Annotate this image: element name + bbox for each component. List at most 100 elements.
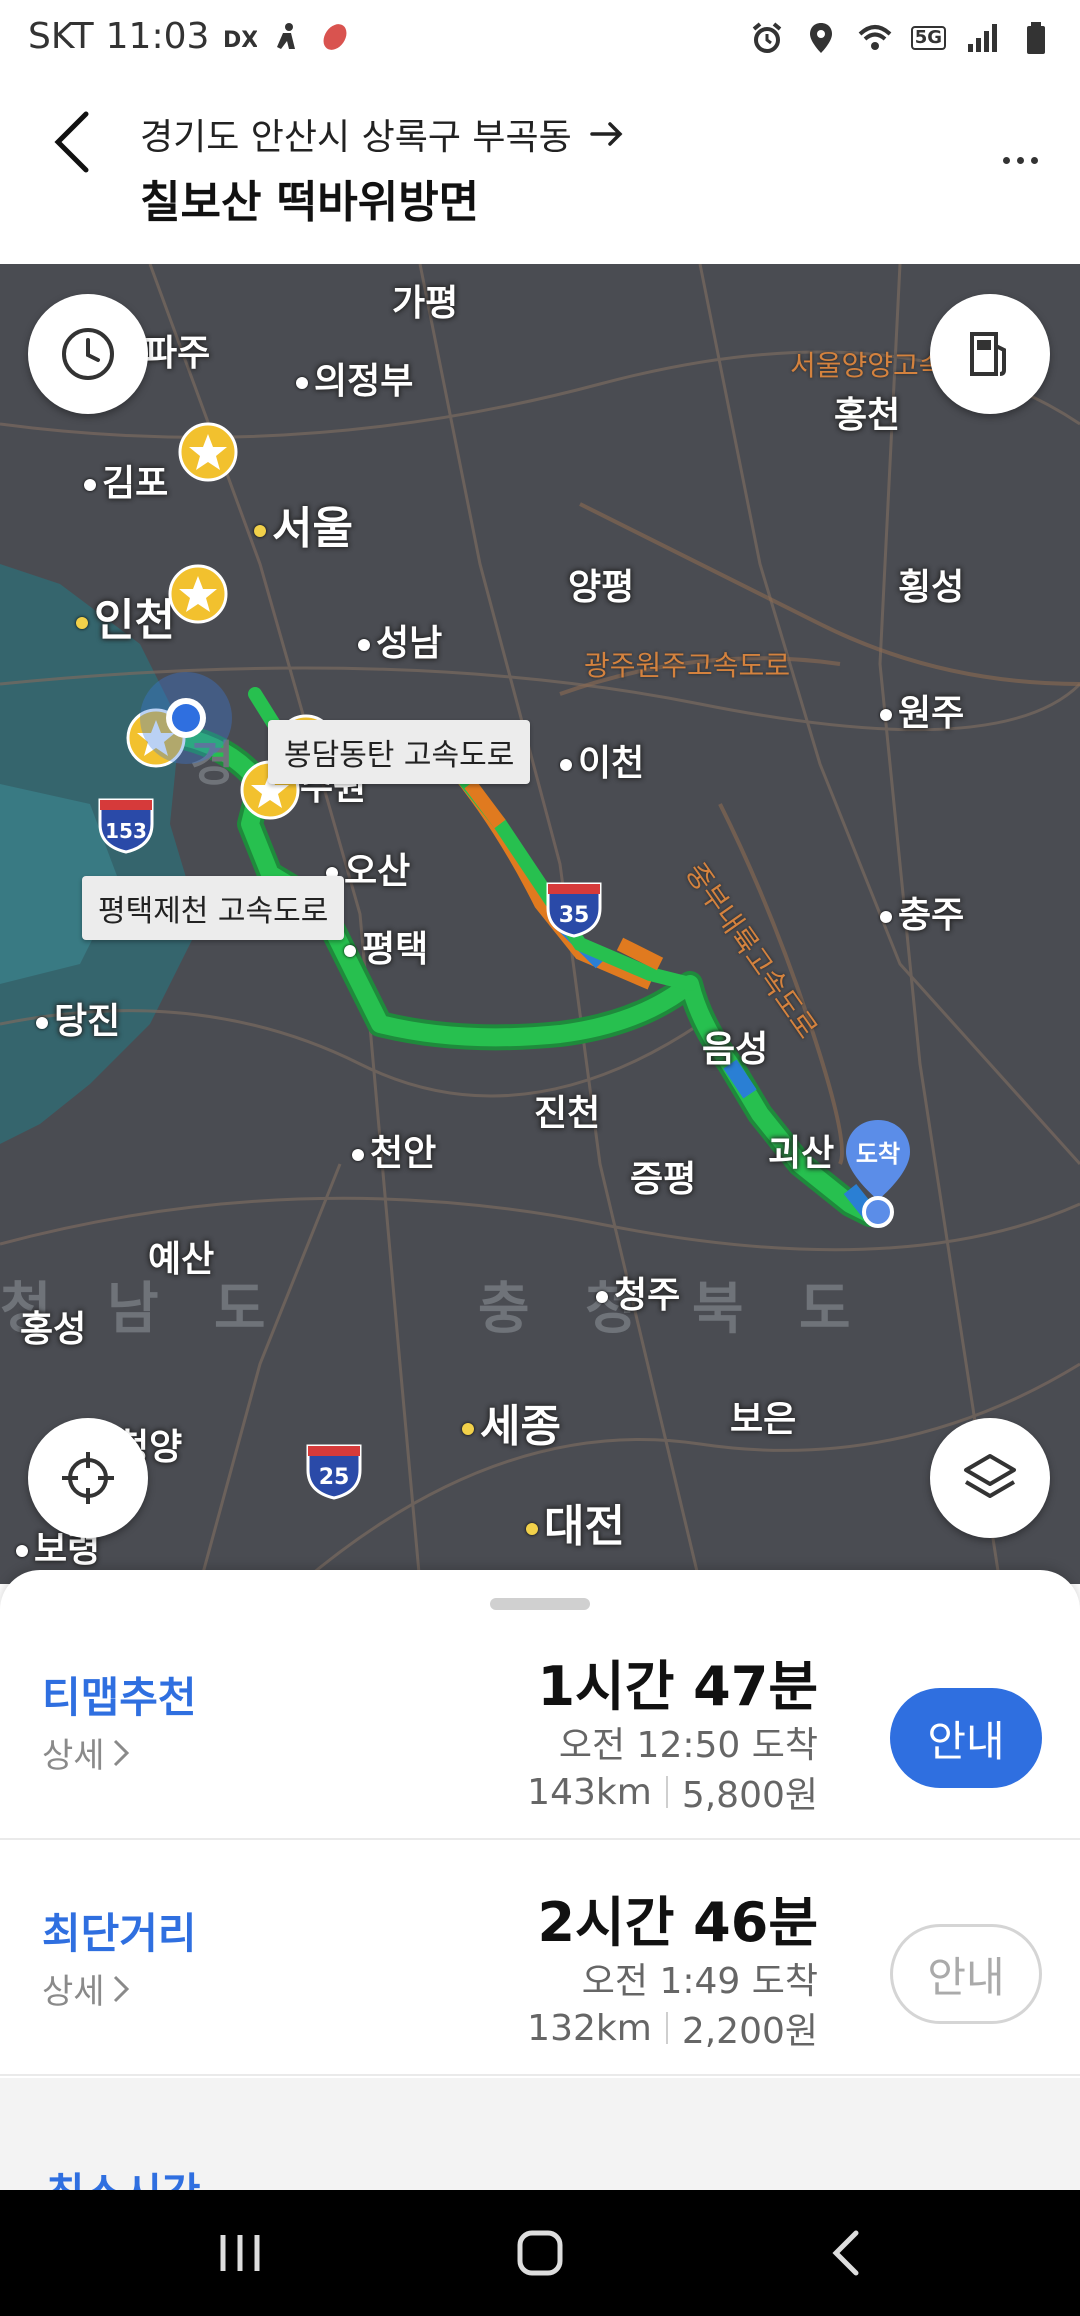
layers-icon: [964, 1454, 1016, 1498]
dlx-icon: DX: [223, 28, 257, 53]
route-meta: 143km 5,800원: [527, 1766, 818, 1818]
city-label: 대전: [526, 1490, 625, 1554]
route-toll: 5,800원: [681, 1775, 818, 1816]
city-label: 보은: [730, 1399, 797, 1440]
route-option-row[interactable]: 티맵추천 상세 1시간 47분 오전 12:50 도착 143km 5,800원…: [0, 1604, 1080, 1840]
gas-station-button[interactable]: [930, 294, 1050, 414]
city-label: 청주: [596, 1266, 680, 1318]
home-button[interactable]: [500, 2218, 580, 2288]
star-icon[interactable]: [178, 422, 238, 482]
origin-label: 경기도 안산시 상록구 부곡동: [140, 117, 572, 158]
back-arrow-icon: [832, 2230, 859, 2276]
route-option-row[interactable]: 최단거리 상세 2시간 46분 오전 1:49 도착 132km 2,200원 …: [0, 1840, 1080, 2076]
chevron-right-icon: [113, 1975, 129, 2002]
city-label: 홍천: [834, 395, 901, 436]
more-dot-icon: [1030, 156, 1038, 164]
network-type: 5G: [910, 26, 946, 50]
city-label: 평택: [344, 920, 428, 972]
city-label: 성남: [358, 614, 442, 666]
svg-text:153: 153: [105, 819, 147, 843]
expressway-callout[interactable]: 봉담동탄 고속도로: [268, 720, 531, 784]
arrival-marker[interactable]: 도착: [842, 1118, 914, 1228]
shoe-icon: [323, 23, 347, 50]
city-label: 충주: [880, 886, 964, 938]
my-location-button[interactable]: [28, 1418, 148, 1538]
system-navigation-bar: [0, 2190, 1080, 2316]
origin-field[interactable]: 경기도 안산시 상록구 부곡동: [140, 108, 624, 160]
route-name-peek[interactable]: 최소시간: [46, 2160, 201, 2190]
fuel-pump-icon: [970, 332, 1006, 376]
route-name: 최단거리: [42, 1909, 197, 1958]
city-label: 음성: [702, 1029, 769, 1070]
clock: 11:03: [105, 16, 210, 57]
city-label: 당진: [36, 992, 120, 1044]
divider: [665, 2012, 668, 2044]
svg-text:25: 25: [319, 1465, 350, 1490]
chevron-left-icon: [54, 111, 89, 173]
city-label: 증평: [630, 1159, 697, 1200]
city-label: 원주: [880, 684, 964, 736]
city-label: 서울: [254, 492, 353, 556]
route-distance: 132km: [527, 2007, 652, 2049]
city-label: 의정부: [296, 352, 413, 404]
city-label: 괴산: [768, 1133, 835, 1174]
city-label: 김포: [84, 454, 168, 506]
current-location-marker: [140, 672, 232, 764]
route-duration: 2시간 46분: [537, 1891, 818, 1954]
back-button[interactable]: [36, 106, 108, 178]
arrival-label: 도착: [855, 1140, 901, 1168]
expressway-callout[interactable]: 평택제천 고속도로: [82, 876, 345, 940]
more-dot-icon: [1016, 156, 1024, 164]
route-detail-label: 상세: [42, 1736, 105, 1776]
alarm-icon: [752, 22, 781, 53]
carrier-label: SKT: [28, 16, 94, 57]
signal-icon: [968, 24, 997, 52]
route-map[interactable]: 가평 파주 의정부 홍천 김포 서울 양평 횡성 인천 성남 원주 이천 수원 …: [0, 264, 1080, 1584]
more-dot-icon: [1002, 156, 1010, 164]
highway-shield-icon: 35: [546, 882, 602, 938]
route-options-sheet[interactable]: 티맵추천 상세 1시간 47분 오전 12:50 도착 143km 5,800원…: [0, 1570, 1080, 2190]
route-meta: 132km 2,200원: [527, 2002, 818, 2054]
city-label: 세종: [462, 1390, 561, 1454]
chevron-right-icon: [113, 1739, 129, 1766]
status-right: 5G: [749, 20, 1054, 56]
clock-icon: [62, 328, 114, 380]
route-toll: 2,200원: [681, 2011, 818, 2052]
city-label: 가평: [392, 283, 459, 324]
start-guidance-button[interactable]: 안내: [890, 1924, 1042, 2024]
arrow-right-icon: [590, 122, 623, 146]
recent-apps-button[interactable]: [200, 2218, 280, 2288]
city-label: 천안: [352, 1124, 436, 1176]
city-label: 홍성: [20, 1309, 87, 1350]
star-icon[interactable]: [168, 564, 228, 624]
location-icon: [809, 23, 832, 53]
wifi-icon: [858, 25, 892, 50]
route-arrival: 오전 12:50 도착: [558, 1725, 818, 1766]
start-guidance-button[interactable]: 안내: [890, 1688, 1042, 1788]
destination-title[interactable]: 칠보산 떡바위방면: [140, 166, 479, 230]
route-duration: 1시간 47분: [537, 1655, 818, 1718]
city-label: 양평: [568, 567, 635, 608]
home-icon: [517, 2230, 563, 2276]
battery-icon: [1027, 22, 1045, 54]
crosshair-icon: [62, 1452, 114, 1504]
route-detail-link[interactable]: 상세: [42, 1728, 131, 1777]
city-label: 횡성: [898, 567, 965, 608]
route-distance: 143km: [527, 1771, 652, 1813]
highway-shield-icon: 25: [306, 1444, 362, 1500]
route-name: 티맵추천: [42, 1673, 197, 1722]
city-label: 진천: [534, 1093, 601, 1134]
map-layers-button[interactable]: [930, 1418, 1050, 1538]
route-detail-link[interactable]: 상세: [42, 1964, 131, 2013]
status-left: SKT 11:03 DX: [28, 16, 353, 57]
route-header: 경기도 안산시 상록구 부곡동 칠보산 떡바위방면: [0, 84, 1080, 264]
history-button[interactable]: [28, 294, 148, 414]
route-arrival: 오전 1:49 도착: [581, 1961, 818, 2002]
system-back-button[interactable]: [806, 2218, 886, 2288]
route-detail-label: 상세: [42, 1972, 105, 2012]
person-icon: [277, 22, 296, 49]
more-options-button[interactable]: [990, 140, 1050, 180]
city-label: 인천: [76, 584, 175, 648]
road-label: 광주원주고속도로: [584, 649, 791, 682]
city-label: 이천: [560, 734, 644, 786]
